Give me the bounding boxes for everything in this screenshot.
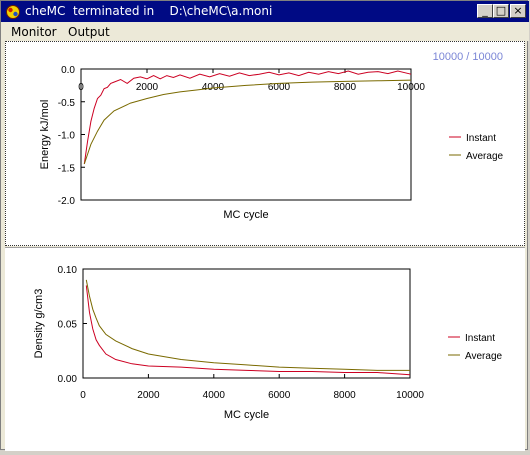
y-tick-label: -0.5 (58, 98, 76, 109)
x-tick-label: 8000 (334, 82, 357, 93)
x-tick-label: 0 (80, 390, 86, 401)
energy-chart: 10000 / 10000 0 2000 4000 6000 8000 100000.0-… (39, 51, 504, 221)
series-line-average (85, 279, 410, 371)
y-tick-label: -2.0 (58, 196, 76, 207)
legend-label-instant: Instant (465, 333, 495, 344)
y-tick-label: 0.10 (58, 265, 78, 276)
series-line-instant (85, 285, 411, 376)
legend-label-average: Average (466, 151, 504, 162)
legend-label-instant: Instant (466, 133, 496, 144)
legend-label-average: Average (465, 351, 503, 362)
plot-frame (80, 68, 412, 201)
menu-output[interactable]: Output (68, 25, 110, 39)
menu-bar: Monitor Output (1, 22, 529, 41)
x-tick-label: 2000 (136, 82, 159, 93)
x-tick-label: 0 (78, 82, 84, 93)
app-icon[interactable] (5, 4, 21, 19)
close-button[interactable]: × (510, 4, 526, 18)
x-tick-label: 4000 (203, 390, 226, 401)
y-tick-label: 0.05 (58, 320, 78, 331)
y-tick-label: -1.0 (58, 131, 76, 142)
menu-monitor[interactable]: Monitor (11, 25, 57, 39)
series-line-average (83, 79, 412, 165)
window-title: cheMC terminated in D:\cheMC\a.moni (25, 4, 273, 18)
x-tick-label: 6000 (268, 390, 291, 401)
x-axis-label: MC cycle (224, 409, 269, 421)
x-tick-label: 8000 (333, 390, 356, 401)
y-tick-label: -1.5 (58, 163, 76, 174)
title-bar[interactable]: cheMC terminated in D:\cheMC\a.moni _ □ … (1, 1, 529, 22)
x-tick-label: 10000 (396, 390, 424, 401)
x-tick-label: 10000 (397, 82, 425, 93)
x-axis-label: MC cycle (223, 209, 268, 221)
minimize-button[interactable]: _ (477, 4, 493, 18)
y-tick-label: 0.00 (58, 374, 78, 385)
energy-panel: 10000 / 10000 0 2000 4000 6000 8000 10000 0.0-… (5, 41, 525, 246)
y-axis-label: Energy kJ/mol (39, 100, 51, 170)
plot-frame (82, 268, 411, 379)
density-chart: 0 2000 4000 6000 8000 10000 0.10 0.05 0.00 MC cyc… (33, 265, 503, 421)
x-tick-label: 2000 (137, 390, 160, 401)
y-axis-label: Density g/cm3 (33, 289, 45, 359)
y-tick-label: 0.0 (61, 65, 75, 76)
app-window: cheMC terminated in D:\cheMC\a.moni _ □ … (0, 0, 529, 451)
maximize-button[interactable]: □ (493, 4, 509, 18)
density-panel: 0 2000 4000 6000 8000 10000 0.10 0.05 0.00 MC cyc… (5, 247, 525, 451)
progress-counter: 10000 / 10000 (433, 51, 503, 63)
